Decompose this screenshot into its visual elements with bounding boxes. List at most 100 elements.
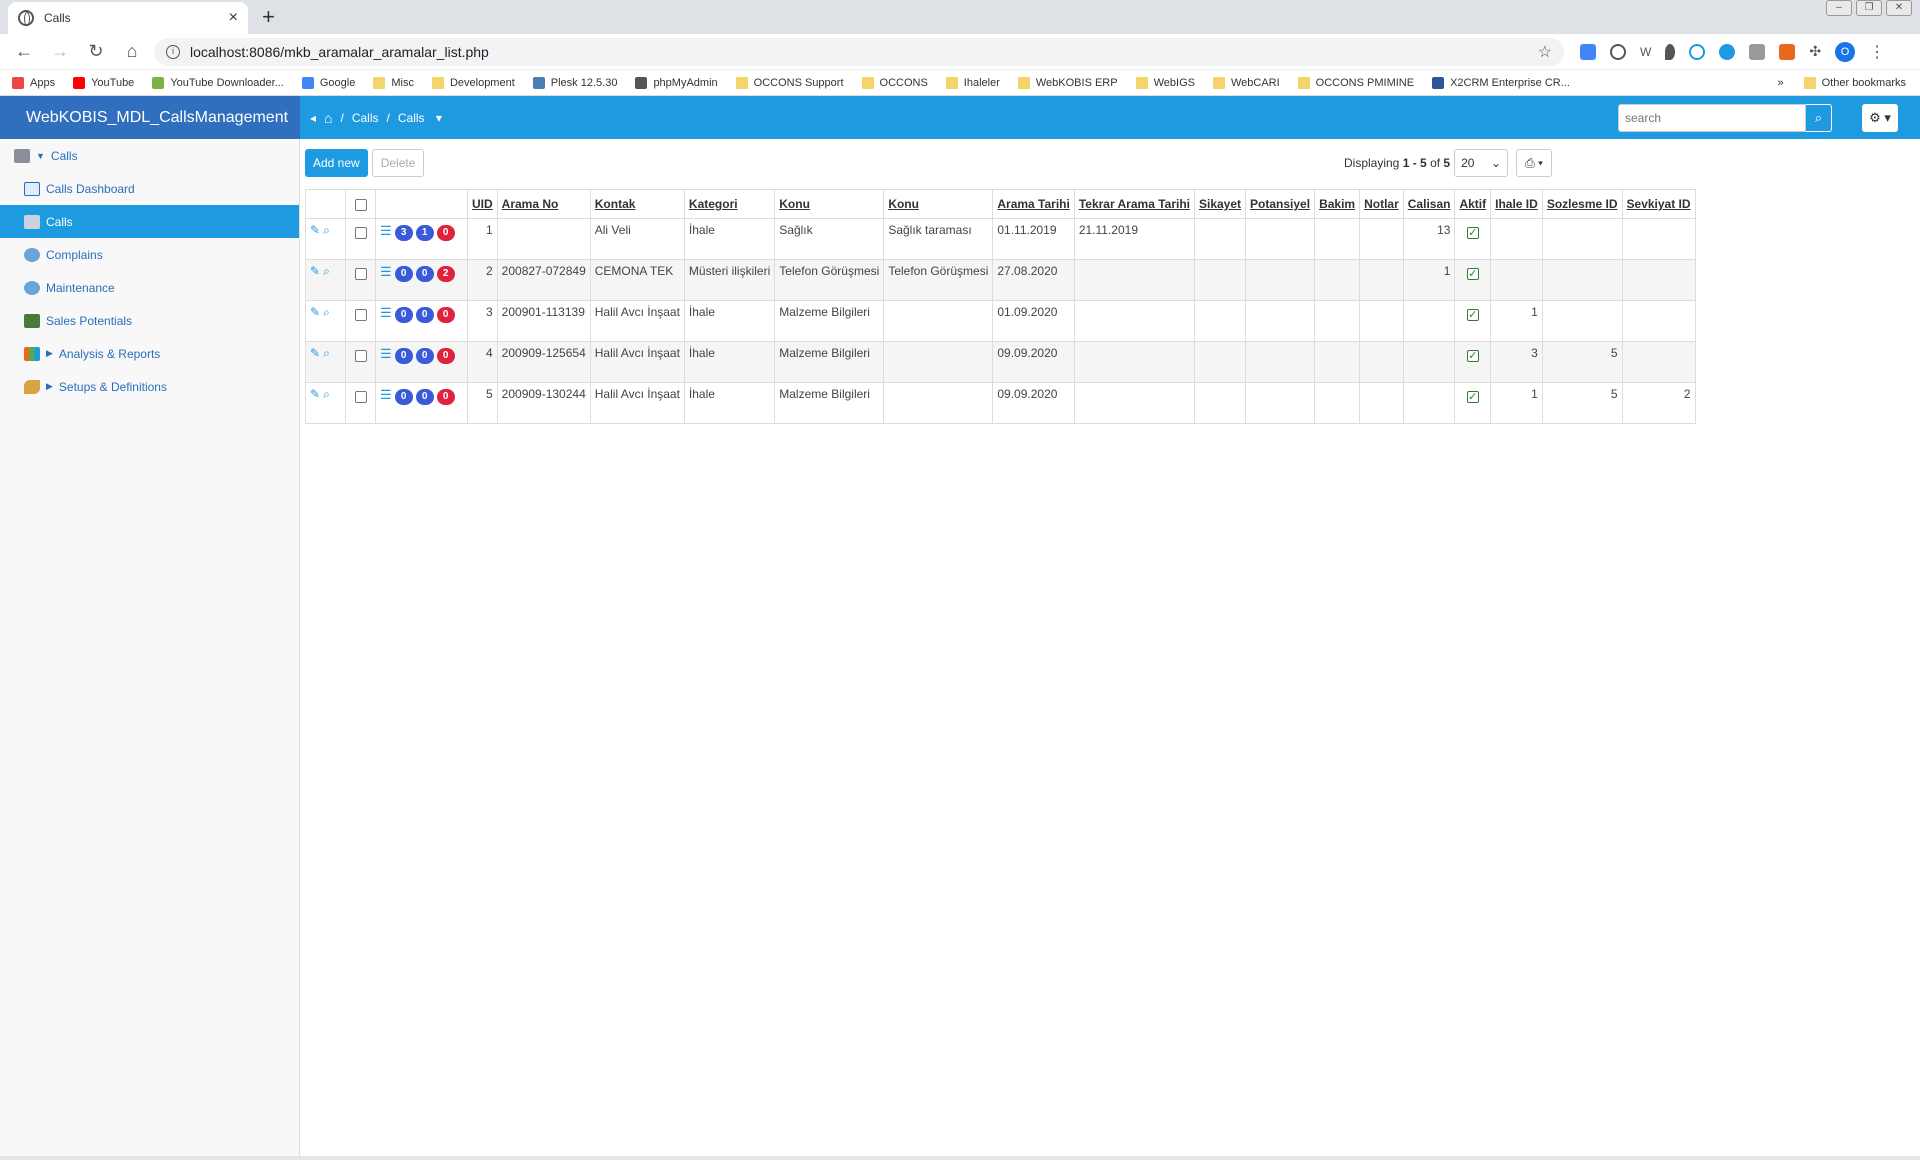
count-badge[interactable]: 2: [436, 266, 455, 282]
tab-close-icon[interactable]: ×: [229, 9, 238, 27]
edit-pencil-icon[interactable]: ✎: [310, 305, 320, 319]
column-header-kontak[interactable]: Kontak: [589, 189, 685, 219]
column-header-sikayet[interactable]: Sikayet: [1193, 189, 1247, 219]
column-header-uid[interactable]: UID: [467, 189, 498, 219]
select-all-checkbox[interactable]: [354, 198, 367, 211]
list-icon[interactable]: ☰: [380, 387, 392, 402]
close-window-icon[interactable]: ✕: [1886, 0, 1912, 16]
url-field[interactable]: i localhost:8086/mkb_aramalar_aramalar_l…: [154, 37, 1564, 66]
list-icon[interactable]: ☰: [380, 223, 392, 238]
edit-pencil-icon[interactable]: ✎: [310, 387, 320, 401]
bookmark-item[interactable]: Ihaleler: [945, 76, 1000, 89]
bookmark-item[interactable]: Google: [301, 76, 355, 89]
bookmark-item[interactable]: WebKOBIS ERP: [1017, 76, 1118, 89]
breadcrumb-calls[interactable]: Calls: [352, 111, 379, 125]
count-badge[interactable]: 0: [394, 307, 413, 323]
count-badge[interactable]: 3: [394, 225, 413, 241]
bookmark-item[interactable]: YouTube: [73, 76, 134, 89]
bookmark-item[interactable]: YouTube Downloader...: [152, 76, 284, 89]
puzzle-icon[interactable]: ✣: [1809, 43, 1821, 60]
list-icon[interactable]: ☰: [380, 264, 392, 279]
search-input[interactable]: [1618, 104, 1806, 132]
delete-button[interactable]: Delete: [371, 149, 425, 177]
globe-extension-icon[interactable]: [1719, 43, 1736, 60]
recycle-extension-icon[interactable]: [1610, 43, 1626, 60]
column-header-notlar[interactable]: Notlar: [1359, 189, 1404, 219]
restore-icon[interactable]: ❐: [1856, 0, 1882, 16]
sidebar-item-calls[interactable]: Calls: [0, 205, 299, 238]
home-icon[interactable]: ⌂: [324, 110, 332, 126]
column-header-sozlesme-id[interactable]: Sozlesme ID: [1541, 189, 1623, 219]
bookmark-item[interactable]: WebIGS: [1135, 76, 1195, 89]
row-checkbox[interactable]: [354, 350, 367, 362]
count-badge[interactable]: 0: [394, 348, 413, 364]
row-checkbox[interactable]: [354, 309, 367, 321]
table-row[interactable]: ✎ ⌕ ☰ 0 0 0 3 200901-113139 Halil Avcı İnşaat İha…: [305, 300, 1696, 342]
count-badge[interactable]: 0: [436, 307, 455, 323]
reload-icon[interactable]: ↻: [82, 41, 110, 62]
page-size-select[interactable]: 20 ⌄: [1454, 149, 1509, 177]
column-header-kategori[interactable]: Kategori: [683, 189, 776, 219]
count-badge[interactable]: 0: [436, 348, 455, 364]
column-header-ihale-id[interactable]: Ihale ID: [1490, 189, 1543, 219]
table-row[interactable]: ✎ ⌕ ☰ 3 1 0 1 Ali Veli İhale Sağlık Sağlık taramas…: [305, 218, 1696, 260]
screen-extension-icon[interactable]: [1749, 43, 1766, 60]
collapse-sidebar-icon[interactable]: ◂: [310, 111, 316, 125]
browser-menu-icon[interactable]: ⋮: [1869, 42, 1885, 62]
list-icon[interactable]: ☰: [380, 305, 392, 320]
table-row[interactable]: ✎ ⌕ ☰ 0 0 0 4 200909-125654 Halil Avcı İnşaat İha…: [305, 341, 1696, 383]
bookmark-item[interactable]: Apps: [12, 76, 55, 89]
sidebar-item-sales-potentials[interactable]: Sales Potentials: [0, 304, 299, 337]
count-badge[interactable]: 0: [394, 266, 413, 282]
back-icon[interactable]: ←: [10, 41, 38, 62]
sidebar-item-analysis-reports[interactable]: ▶ Analysis & Reports: [0, 337, 299, 370]
bookmark-item[interactable]: phpMyAdmin: [635, 76, 718, 89]
column-header-konu[interactable]: Konu: [774, 189, 885, 219]
new-tab-icon[interactable]: +: [262, 4, 275, 30]
bookmark-item[interactable]: OCCONS PMIMINE: [1297, 76, 1414, 89]
bookmark-item[interactable]: OCCONS Support: [735, 76, 844, 89]
list-icon[interactable]: ☰: [380, 346, 392, 361]
search-icon[interactable]: ⌕: [1806, 104, 1832, 132]
bookmark-item[interactable]: Plesk 12.5.30: [532, 76, 617, 89]
minimize-icon[interactable]: –: [1826, 0, 1852, 16]
bookmark-item[interactable]: WebCARI: [1212, 76, 1280, 89]
count-badge[interactable]: 0: [394, 389, 413, 405]
count-badge[interactable]: 0: [415, 348, 434, 364]
column-header-arama-tarihi[interactable]: Arama Tarihi: [992, 189, 1075, 219]
other-bookmarks[interactable]: Other bookmarks: [1822, 77, 1906, 89]
count-badge[interactable]: 0: [415, 266, 434, 282]
settings-gear-button[interactable]: ⚙ ▾: [1862, 104, 1898, 132]
column-header-sevkiyat-id[interactable]: Sevkiyat ID: [1621, 189, 1696, 219]
add-new-button[interactable]: Add new: [305, 149, 368, 177]
column-header-aktif[interactable]: Aktif: [1454, 189, 1492, 219]
count-badge[interactable]: 0: [415, 307, 434, 323]
row-checkbox[interactable]: [354, 391, 367, 403]
column-header-calisan[interactable]: Calisan: [1402, 189, 1456, 219]
column-header-potansiyel[interactable]: Potansiyel: [1245, 189, 1316, 219]
breadcrumb-calls-dropdown[interactable]: Calls ▾: [398, 111, 450, 125]
column-header-bakim[interactable]: Bakim: [1314, 189, 1361, 219]
table-row[interactable]: ✎ ⌕ ☰ 0 0 2 2 200827-072849 CEMONA TEK Müsteri il…: [305, 259, 1696, 301]
bookmark-star-icon[interactable]: ☆: [1538, 42, 1552, 62]
row-checkbox[interactable]: [354, 227, 367, 239]
loop-extension-icon[interactable]: [1689, 43, 1706, 60]
more-bookmarks-icon[interactable]: »: [1778, 77, 1784, 89]
column-header-arama-no[interactable]: Arama No: [496, 189, 591, 219]
view-magnifier-icon[interactable]: ⌕: [323, 346, 330, 360]
view-magnifier-icon[interactable]: ⌕: [323, 387, 330, 401]
home-icon[interactable]: ⌂: [118, 41, 146, 62]
sidebar-item-calls-dashboard[interactable]: Calls Dashboard: [0, 172, 299, 205]
table-row[interactable]: ✎ ⌕ ☰ 0 0 0 5 200909-130244 Halil Avcı İnşaat İha…: [305, 382, 1696, 424]
view-magnifier-icon[interactable]: ⌕: [323, 223, 330, 237]
pin-extension-icon[interactable]: [1665, 43, 1676, 60]
browser-tab[interactable]: Calls ×: [8, 2, 248, 34]
row-checkbox[interactable]: [354, 268, 367, 280]
bookmark-item[interactable]: Misc: [373, 76, 414, 89]
count-badge[interactable]: 0: [436, 389, 455, 405]
count-badge[interactable]: 0: [436, 225, 455, 241]
edit-pencil-icon[interactable]: ✎: [310, 264, 320, 278]
column-header-tekrar-arama-tarihi[interactable]: Tekrar Arama Tarihi: [1073, 189, 1196, 219]
print-button[interactable]: ⎙ ▾: [1516, 149, 1553, 177]
view-magnifier-icon[interactable]: ⌕: [323, 305, 330, 319]
